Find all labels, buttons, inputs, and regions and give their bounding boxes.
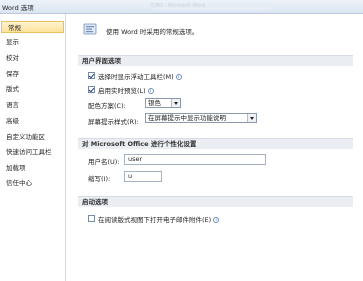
sidebar-item-proofing[interactable]: 校对 <box>0 52 65 64</box>
username-input[interactable]: user <box>124 154 266 165</box>
open-reading-view-checkbox[interactable] <box>88 215 95 222</box>
username-label: 用户名(U): <box>88 158 120 166</box>
title-bar: Word 选项 文档1 - Microsoft Word <box>0 0 363 14</box>
initials-row: 缩写(I): <box>88 173 110 183</box>
options-main-panel: 使用 Word 时采用的常规选项。 用户界面选项 选择时显示浮动工具栏(M) i … <box>66 14 363 281</box>
window-title: Word 选项 <box>2 4 34 12</box>
startup-options-header: 启动选项 <box>78 196 353 207</box>
info-icon: i <box>213 217 220 223</box>
sidebar-item-advanced[interactable]: 高级 <box>0 115 65 127</box>
sidebar-item-quick-access-toolbar[interactable]: 快速访问工具栏 <box>0 146 65 158</box>
ui-options-header: 用户界面选项 <box>78 55 353 66</box>
color-scheme-row: 配色方案(C): <box>88 100 126 110</box>
open-reading-view-label: 在阅读版式视图下打开电子邮件附件(E) i <box>98 214 220 224</box>
live-preview-label: 启用实时预览(L) i <box>98 85 154 95</box>
intro-text: 使用 Word 时采用的常规选项。 <box>106 28 199 36</box>
show-mini-toolbar-text: 选择时显示浮动工具栏(M) <box>98 73 174 81</box>
chevron-down-icon[interactable] <box>247 114 256 122</box>
show-mini-toolbar-label: 选择时显示浮动工具栏(M) i <box>98 71 182 81</box>
screentip-style-select[interactable]: 在屏幕提示中显示功能说明 <box>145 113 257 123</box>
sidebar-item-general[interactable]: 常规 <box>1 21 64 33</box>
sidebar-item-trust-center[interactable]: 信任中心 <box>0 177 65 189</box>
sidebar-item-display[interactable]: 显示 <box>0 36 65 48</box>
background-window-title: 文档1 - Microsoft Word <box>150 3 270 10</box>
color-scheme-label: 配色方案(C): <box>88 102 126 110</box>
live-preview-checkbox[interactable] <box>88 86 95 93</box>
info-icon: i <box>175 74 182 80</box>
info-icon: i <box>147 88 154 94</box>
sidebar-item-add-ins[interactable]: 加载项 <box>0 162 65 174</box>
live-preview-text: 启用实时预览(L) <box>98 87 146 95</box>
options-sidebar: 常规 显示 校对 保存 版式 语言 高级 自定义功能区 快速访问工具栏 加载项 … <box>0 14 66 281</box>
username-row: 用户名(U): <box>88 156 120 166</box>
initials-label: 缩写(I): <box>88 175 111 183</box>
screentip-style-label: 屏幕提示样式(R): <box>88 118 139 126</box>
screentip-style-row: 屏幕提示样式(R): <box>88 116 139 126</box>
sidebar-item-layout[interactable]: 版式 <box>0 83 65 95</box>
general-options-icon <box>83 23 97 35</box>
sidebar-item-language[interactable]: 语言 <box>0 99 65 111</box>
color-scheme-value: 银色 <box>148 99 161 107</box>
personalize-header: 对 Microsoft Office 进行个性化设置 <box>78 138 353 149</box>
show-mini-toolbar-checkbox[interactable] <box>88 72 95 79</box>
sidebar-item-customize-ribbon[interactable]: 自定义功能区 <box>0 131 65 143</box>
open-reading-view-text: 在阅读版式视图下打开电子邮件附件(E) <box>98 216 212 224</box>
chevron-down-icon[interactable] <box>171 99 180 107</box>
sidebar-item-save[interactable]: 保存 <box>0 68 65 80</box>
color-scheme-select[interactable]: 银色 <box>145 98 181 108</box>
initials-input[interactable]: u <box>124 171 162 182</box>
screentip-style-value: 在屏幕提示中显示功能说明 <box>148 114 226 122</box>
